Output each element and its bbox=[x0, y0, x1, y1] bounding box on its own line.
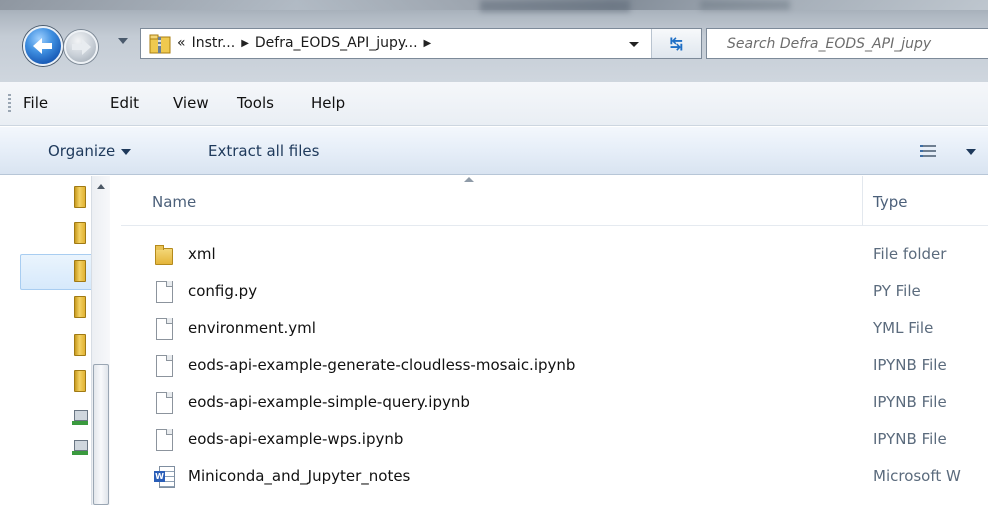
file-name: environment.yml bbox=[188, 319, 316, 337]
file-name: config.py bbox=[188, 282, 258, 300]
file-name: eods-api-example-simple-query.ipynb bbox=[188, 393, 470, 411]
breadcrumb-item[interactable]: Instr... bbox=[192, 35, 236, 51]
refresh-arrows-icon: ↹ bbox=[669, 34, 684, 53]
nav-folder-icon[interactable] bbox=[72, 186, 88, 208]
extract-all-files-button[interactable]: Extract all files bbox=[208, 142, 319, 160]
file-type: IPYNB File bbox=[873, 430, 947, 448]
file-row[interactable]: eods-api-example-wps.ipynb IPYNB File bbox=[121, 421, 988, 457]
nav-folder-icon[interactable] bbox=[72, 370, 88, 392]
refresh-button[interactable]: ↹ bbox=[651, 29, 701, 58]
breadcrumb-chevron-icon[interactable]: ▶ bbox=[424, 38, 432, 49]
file-name: xml bbox=[188, 245, 216, 263]
organize-dropdown-icon bbox=[121, 148, 132, 155]
change-view-icon[interactable] bbox=[920, 145, 936, 158]
file-list: Name Type xml File folder config.py PY F… bbox=[121, 176, 988, 505]
scrollbar-thumb[interactable] bbox=[93, 364, 109, 505]
blurred-title-region bbox=[700, 0, 790, 10]
file-icon bbox=[155, 318, 173, 340]
file-row[interactable]: eods-api-example-generate-cloudless-mosa… bbox=[121, 347, 988, 383]
column-header-type[interactable]: Type bbox=[873, 193, 907, 211]
file-type: File folder bbox=[873, 245, 947, 263]
blurred-title-region bbox=[480, 0, 630, 12]
file-type: IPYNB File bbox=[873, 356, 947, 374]
address-bar[interactable]: « Instr... ▶ Defra_EODS_API_jupy... ▶ ↹ bbox=[140, 28, 702, 59]
file-row[interactable]: Miniconda_and_Jupyter_notes Microsoft W bbox=[121, 458, 988, 494]
breadcrumb-item[interactable]: Defra_EODS_API_jupy... bbox=[255, 35, 418, 51]
nav-folder-icon[interactable] bbox=[72, 222, 88, 244]
address-dropdown-icon[interactable] bbox=[629, 42, 639, 47]
search-box[interactable] bbox=[706, 28, 988, 59]
menu-tools[interactable]: Tools bbox=[237, 94, 274, 112]
menu-file[interactable]: File bbox=[23, 94, 48, 112]
view-options-dropdown-icon[interactable] bbox=[966, 149, 976, 155]
menu-help[interactable]: Help bbox=[311, 94, 345, 112]
back-arrow-icon bbox=[33, 38, 53, 54]
nav-folder-icon[interactable] bbox=[72, 260, 88, 282]
file-row[interactable]: environment.yml YML File bbox=[121, 310, 988, 346]
file-type: YML File bbox=[873, 319, 934, 337]
sort-ascending-icon bbox=[464, 177, 474, 182]
file-row[interactable]: config.py PY File bbox=[121, 273, 988, 309]
file-type: PY File bbox=[873, 282, 921, 300]
breadcrumb-overflow[interactable]: « bbox=[177, 35, 186, 51]
file-icon bbox=[155, 355, 173, 377]
scroll-up-arrow-icon[interactable] bbox=[97, 184, 105, 189]
organize-label: Organize bbox=[48, 142, 116, 160]
recent-pages-dropdown-icon[interactable] bbox=[118, 38, 128, 44]
file-name: Miniconda_and_Jupyter_notes bbox=[188, 467, 411, 485]
nav-folder-icon[interactable] bbox=[72, 296, 88, 318]
folder-icon bbox=[155, 244, 173, 266]
file-icon bbox=[155, 429, 173, 451]
compressed-folder-icon bbox=[149, 34, 171, 54]
file-type: IPYNB File bbox=[873, 393, 947, 411]
forward-arrow-icon bbox=[71, 39, 91, 55]
column-header-name[interactable]: Name bbox=[152, 193, 196, 211]
file-icon bbox=[155, 392, 173, 414]
menu-bar: File Edit View Tools Help bbox=[0, 82, 988, 126]
file-icon bbox=[155, 281, 173, 303]
computer-icon[interactable] bbox=[72, 440, 90, 456]
menu-view[interactable]: View bbox=[173, 94, 209, 112]
file-row[interactable]: eods-api-example-simple-query.ipynb IPYN… bbox=[121, 384, 988, 420]
organize-button[interactable]: Organize bbox=[48, 142, 132, 160]
column-divider[interactable] bbox=[862, 176, 863, 226]
file-row[interactable]: xml File folder bbox=[121, 236, 988, 272]
nav-folder-icon[interactable] bbox=[72, 334, 88, 356]
word-document-icon bbox=[154, 466, 175, 488]
file-type: Microsoft W bbox=[873, 467, 961, 485]
file-name: eods-api-example-wps.ipynb bbox=[188, 430, 404, 448]
breadcrumb-chevron-icon[interactable]: ▶ bbox=[241, 38, 249, 49]
command-bar: Organize Extract all files bbox=[0, 127, 988, 175]
forward-button[interactable] bbox=[64, 30, 98, 64]
search-input[interactable] bbox=[707, 29, 988, 58]
toolbar-grip bbox=[8, 94, 11, 114]
window-title-bar: « Instr... ▶ Defra_EODS_API_jupy... ▶ ↹ bbox=[0, 0, 988, 82]
file-name: eods-api-example-generate-cloudless-mosa… bbox=[188, 356, 576, 374]
network-icon[interactable] bbox=[72, 410, 90, 426]
nav-pane-scrollbar[interactable] bbox=[91, 176, 110, 505]
column-header-row: Name Type bbox=[121, 176, 988, 226]
menu-edit[interactable]: Edit bbox=[110, 94, 139, 112]
back-button[interactable] bbox=[23, 26, 63, 66]
